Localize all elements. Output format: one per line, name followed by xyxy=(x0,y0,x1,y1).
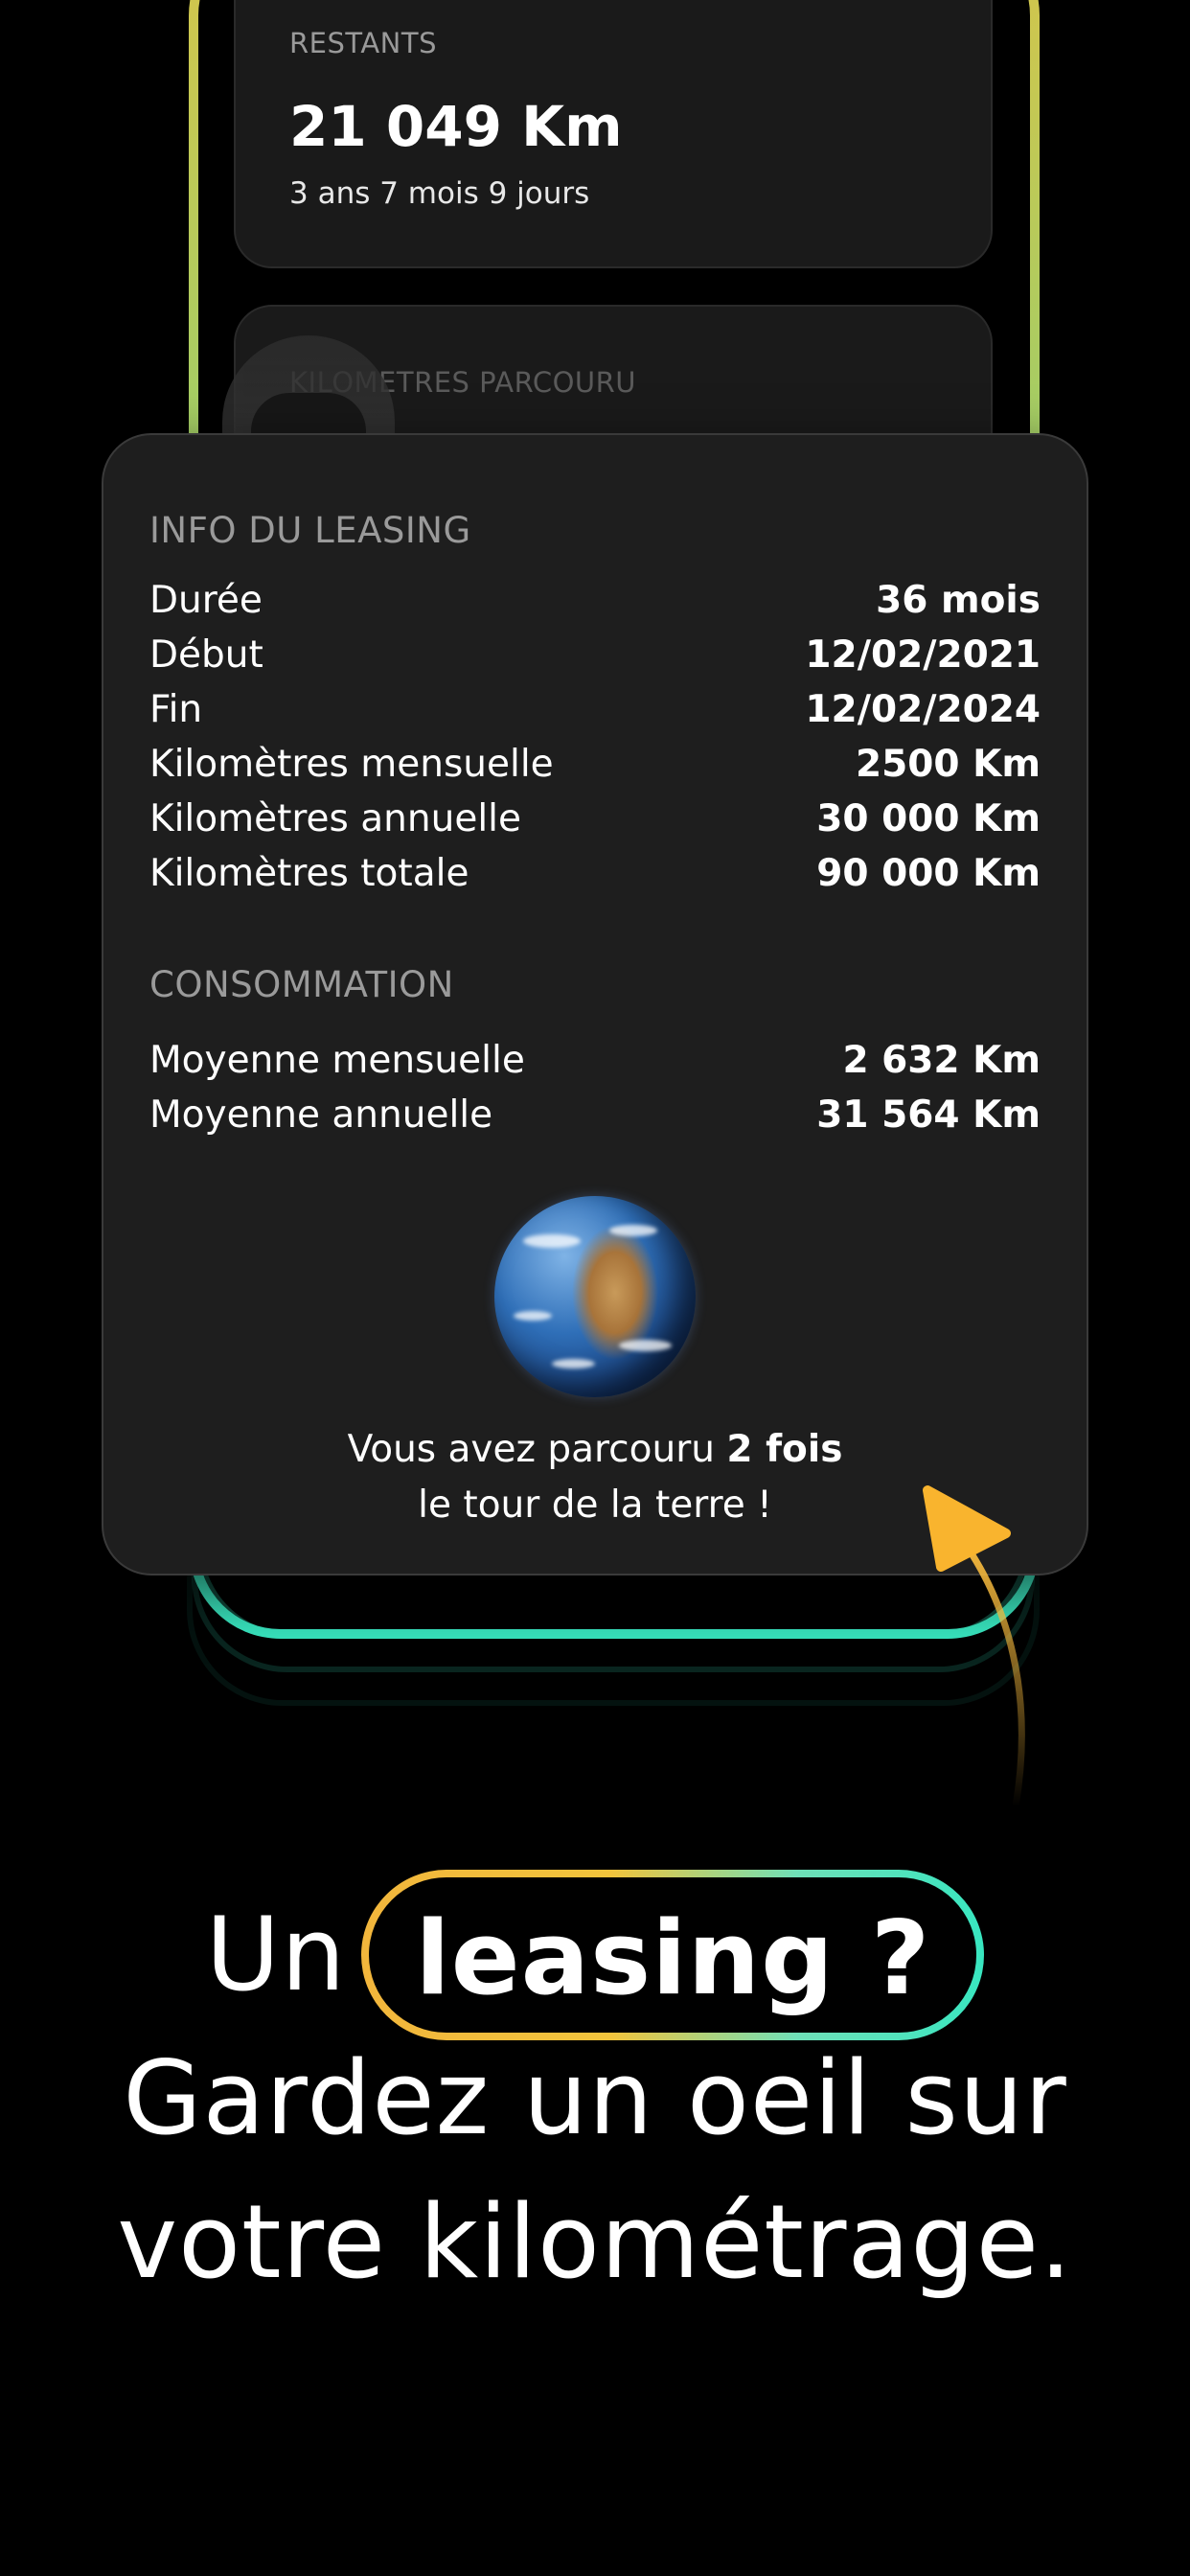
cloud-shape xyxy=(619,1340,672,1351)
consumption-title: CONSOMMATION xyxy=(149,964,454,1005)
row-label: Moyenne annuelle xyxy=(149,1093,493,1137)
headline-line-2: Gardez un oeil sur xyxy=(123,2039,1067,2157)
earth-message-line-1: Vous avez parcouru 2 fois xyxy=(103,1422,1087,1478)
row-value: 31 564 Km xyxy=(816,1093,1041,1137)
remaining-label: RESTANTS xyxy=(289,27,437,59)
cloud-shape xyxy=(609,1225,657,1236)
leasing-info-title: INFO DU LEASING xyxy=(149,510,471,551)
info-row-total-km: Kilomètres totale 90 000 Km xyxy=(149,852,1041,907)
headline-line-1: Un leasing ? xyxy=(0,1877,1190,2040)
row-value: 2500 Km xyxy=(856,743,1041,786)
info-row-end: Fin 12/02/2024 xyxy=(149,688,1041,743)
conso-row-monthly-average: Moyenne mensuelle 2 632 Km xyxy=(149,1039,1041,1093)
leasing-pill: leasing ? xyxy=(361,1870,984,2040)
info-row-monthly-km: Kilomètres mensuelle 2500 Km xyxy=(149,743,1041,797)
row-label: Fin xyxy=(149,688,203,731)
row-label: Kilomètres totale xyxy=(149,852,469,895)
leasing-info-card: INFO DU LEASING Durée 36 mois Début 12/0… xyxy=(102,433,1088,1576)
remaining-km-value: 21 049 Km xyxy=(289,94,623,159)
conso-row-annual-average: Moyenne annuelle 31 564 Km xyxy=(149,1093,1041,1148)
pointer-arrow-icon xyxy=(923,1485,1025,1810)
row-label: Kilomètres mensuelle xyxy=(149,743,554,786)
leasing-info-list: Durée 36 mois Début 12/02/2021 Fin 12/02… xyxy=(149,579,1041,907)
earth-message-prefix: Vous avez parcouru xyxy=(347,1428,715,1471)
earth-globe-icon xyxy=(494,1196,696,1397)
row-value: 36 mois xyxy=(876,579,1041,622)
row-label: Moyenne mensuelle xyxy=(149,1039,525,1082)
info-row-annual-km: Kilomètres annuelle 30 000 Km xyxy=(149,797,1041,852)
earth-message-highlight: 2 fois xyxy=(726,1428,843,1471)
row-label: Début xyxy=(149,633,263,677)
headline-line-3: votre kilométrage. xyxy=(117,2183,1073,2301)
cloud-shape xyxy=(523,1234,581,1248)
remaining-km-card[interactable]: RESTANTS 21 049 Km 3 ans 7 mois 9 jours xyxy=(234,0,993,268)
consumption-list: Moyenne mensuelle 2 632 Km Moyenne annue… xyxy=(149,1039,1041,1148)
cloud-shape xyxy=(552,1359,595,1368)
row-value: 2 632 Km xyxy=(842,1039,1041,1082)
cloud-shape xyxy=(514,1311,552,1321)
row-value: 30 000 Km xyxy=(816,797,1041,840)
row-label: Kilomètres annuelle xyxy=(149,797,521,840)
row-value: 12/02/2021 xyxy=(805,633,1041,677)
headline-prefix: Un xyxy=(205,1896,347,2013)
row-value: 12/02/2024 xyxy=(805,688,1041,731)
row-label: Durée xyxy=(149,579,263,622)
remaining-duration: 3 ans 7 mois 9 jours xyxy=(289,176,590,211)
info-row-duration: Durée 36 mois xyxy=(149,579,1041,633)
info-row-start: Début 12/02/2021 xyxy=(149,633,1041,688)
row-value: 90 000 Km xyxy=(816,852,1041,895)
